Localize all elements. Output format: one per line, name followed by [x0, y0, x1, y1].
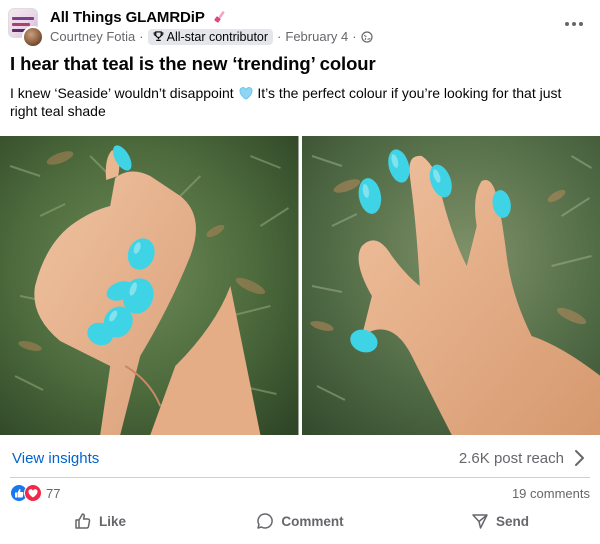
thumbs-up-icon: [75, 513, 91, 529]
author-avatar[interactable]: [22, 26, 44, 48]
badge-label: All-star contributor: [166, 29, 269, 44]
post-title: I hear that teal is the new ‘trending’ c…: [10, 53, 376, 74]
post-header: All Things GLAMRDiP Courtney Fotia · All…: [0, 0, 600, 50]
meta-separator: ·: [277, 29, 282, 44]
avatar-stack[interactable]: [8, 8, 44, 48]
post-body-first: I knew ‘Seaside’ wouldn’t disappoint: [10, 85, 234, 101]
nail-photo-left-image: [0, 136, 299, 435]
contributor-badge[interactable]: All-star contributor: [147, 28, 274, 45]
send-label: Send: [495, 513, 529, 529]
nail-polish-emoji-icon: [213, 11, 225, 23]
like-button[interactable]: Like: [0, 506, 200, 536]
hand-photo-left[interactable]: [0, 136, 299, 435]
meta-separator: ·: [139, 29, 144, 44]
chevron-right-icon[interactable]: [572, 449, 586, 467]
group-name[interactable]: All Things GLAMRDiP: [50, 9, 227, 26]
more-options-button[interactable]: [562, 12, 586, 36]
insights-row: View insights 2.6K post reach: [0, 440, 600, 476]
globe-icon: [361, 30, 373, 43]
photo-grid: [0, 136, 600, 435]
send-button[interactable]: Send: [400, 506, 600, 536]
divider: [10, 477, 590, 478]
action-bar: Like Comment Send: [0, 506, 600, 536]
comment-button[interactable]: Comment: [200, 506, 400, 536]
like-label: Like: [98, 513, 126, 529]
engagement-counts: 77 19 comments: [0, 481, 600, 505]
meta-separator: ·: [352, 29, 357, 44]
comment-bubble-icon: [257, 513, 274, 529]
trophy-icon: [153, 31, 164, 41]
love-reaction-icon: [24, 484, 42, 502]
send-icon: [472, 514, 488, 529]
reaction-icons[interactable]: [10, 484, 44, 502]
post-body: I knew ‘Seaside’ wouldn’t disappoint It’…: [10, 84, 590, 120]
view-insights-link[interactable]: View insights: [12, 450, 99, 467]
comments-count[interactable]: 19 comments: [512, 486, 590, 501]
hand-photo-right[interactable]: [301, 136, 600, 435]
reaction-count[interactable]: 77: [46, 486, 60, 501]
post-reach[interactable]: 2.6K post reach: [459, 450, 564, 467]
nail-photo-right-image: [301, 136, 600, 435]
comment-label: Comment: [281, 513, 344, 529]
post-date[interactable]: February 4: [285, 29, 348, 44]
author-name[interactable]: Courtney Fotia: [50, 29, 135, 44]
group-name-text[interactable]: All Things GLAMRDiP: [50, 9, 205, 26]
light-blue-heart-icon: [239, 87, 252, 100]
post-meta: Courtney Fotia · All-star contributor · …: [50, 27, 373, 46]
